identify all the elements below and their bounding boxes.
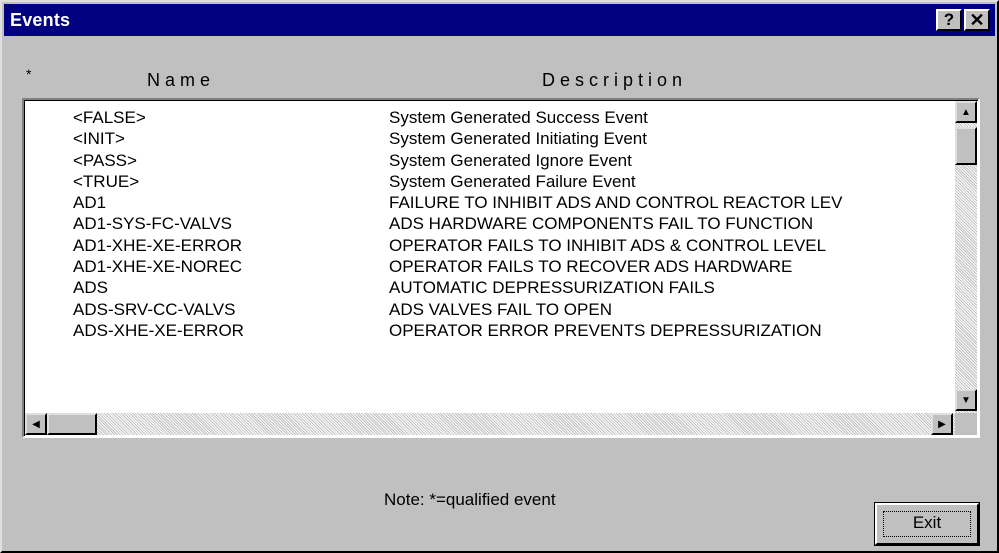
qualifier-column-header: * — [26, 66, 32, 82]
event-name: <PASS> — [73, 150, 137, 170]
event-row[interactable]: <INIT> System Generated Initiating Event — [25, 128, 955, 149]
event-description: OPERATOR FAILS TO INHIBIT ADS & CONTROL … — [389, 235, 827, 255]
events-list: <FALSE> System Generated Success Event <IN… — [25, 107, 955, 397]
event-row[interactable]: AD1-XHE-XE-ERROR OPERATOR FAILS TO INHIBI… — [25, 235, 955, 256]
events-dialog: Events ? ✕ * Name Description <FALSE> Sys… — [0, 0, 999, 553]
event-name: <TRUE> — [73, 171, 140, 191]
event-name: ADS-SRV-CC-VALVS — [73, 299, 236, 319]
close-button[interactable]: ✕ — [964, 9, 990, 31]
event-name: AD1-XHE-XE-NOREC — [73, 257, 243, 277]
vertical-scrollbar[interactable]: ▲ ▼ — [955, 101, 977, 413]
scroll-left-button[interactable]: ◀ — [25, 413, 47, 435]
exit-button[interactable]: Exit — [874, 502, 980, 546]
down-arrow-icon: ▼ — [961, 394, 971, 406]
scrollbar-corner — [955, 413, 977, 435]
event-name: <INIT> — [73, 129, 125, 149]
event-description: System Generated Success Event — [389, 108, 648, 127]
left-arrow-icon: ◀ — [32, 418, 40, 430]
event-description: AUTOMATIC DEPRESSURIZATION FAILS — [389, 278, 715, 298]
exit-button-label: Exit — [912, 513, 942, 532]
event-description: ADS HARDWARE COMPONENTS FAIL TO FUNCTION — [389, 214, 814, 234]
title-bar[interactable]: Events ? ✕ — [4, 4, 995, 36]
event-name: AD1-XHE-XE-ERROR — [73, 235, 243, 255]
vertical-scroll-thumb[interactable] — [955, 127, 977, 165]
event-row[interactable]: ADS-SRV-CC-VALVS ADS VALVES FAIL TO OPEN — [25, 299, 955, 320]
event-name: ADS — [73, 278, 108, 298]
event-row[interactable]: AD1 FAILURE TO INHIBIT ADS AND CONTROL RE… — [25, 192, 955, 213]
event-name: AD1 — [73, 193, 107, 213]
horizontal-scroll-thumb[interactable] — [47, 413, 97, 435]
up-arrow-icon: ▲ — [961, 106, 971, 118]
event-description: FAILURE TO INHIBIT ADS AND CONTROL REACT… — [389, 193, 843, 213]
help-button[interactable]: ? — [936, 9, 962, 31]
horizontal-scrollbar[interactable]: ◀ ▶ — [25, 413, 955, 435]
listbox-inner: <FALSE> System Generated Success Event <IN… — [24, 100, 978, 436]
event-row[interactable]: <FALSE> System Generated Success Event — [25, 107, 955, 128]
event-description: OPERATOR FAILS TO RECOVER ADS HARDWARE — [389, 257, 793, 277]
event-row[interactable]: AD1-SYS-FC-VALVS ADS HARDWARE COMPONENTS … — [25, 213, 955, 234]
qualified-event-note: Note: *=qualified event — [384, 490, 556, 509]
event-description: System Generated Initiating Event — [389, 129, 647, 149]
window-title: Events — [10, 10, 71, 30]
name-column-header: Name — [147, 70, 216, 90]
event-description: ADS VALVES FAIL TO OPEN — [389, 299, 612, 319]
event-row[interactable]: ADS AUTOMATIC DEPRESSURIZATION FAILS — [25, 277, 955, 298]
scroll-up-button[interactable]: ▲ — [955, 101, 977, 123]
events-listbox[interactable]: <FALSE> System Generated Success Event <IN… — [22, 98, 980, 438]
scroll-down-button[interactable]: ▼ — [955, 389, 977, 411]
scroll-right-button[interactable]: ▶ — [931, 413, 953, 435]
event-row[interactable]: AD1-XHE-XE-NOREC OPERATOR FAILS TO RECOVE… — [25, 256, 955, 277]
description-column-header: Description — [542, 70, 688, 90]
event-name: <FALSE> — [73, 108, 146, 127]
event-row[interactable]: <PASS> System Generated Ignore Event — [25, 150, 955, 171]
event-name: AD1-SYS-FC-VALVS — [73, 214, 233, 234]
event-description: System Generated Failure Event — [389, 171, 636, 191]
event-name: ADS-XHE-XE-ERROR — [73, 320, 244, 340]
event-description: OPERATOR ERROR PREVENTS DEPRESSURIZATION — [389, 320, 822, 340]
event-row[interactable]: ADS-XHE-XE-ERROR OPERATOR ERROR PREVENTS … — [25, 320, 955, 341]
event-description: System Generated Ignore Event — [389, 150, 632, 170]
right-arrow-icon: ▶ — [938, 418, 946, 430]
event-row[interactable]: <TRUE> System Generated Failure Event — [25, 171, 955, 192]
